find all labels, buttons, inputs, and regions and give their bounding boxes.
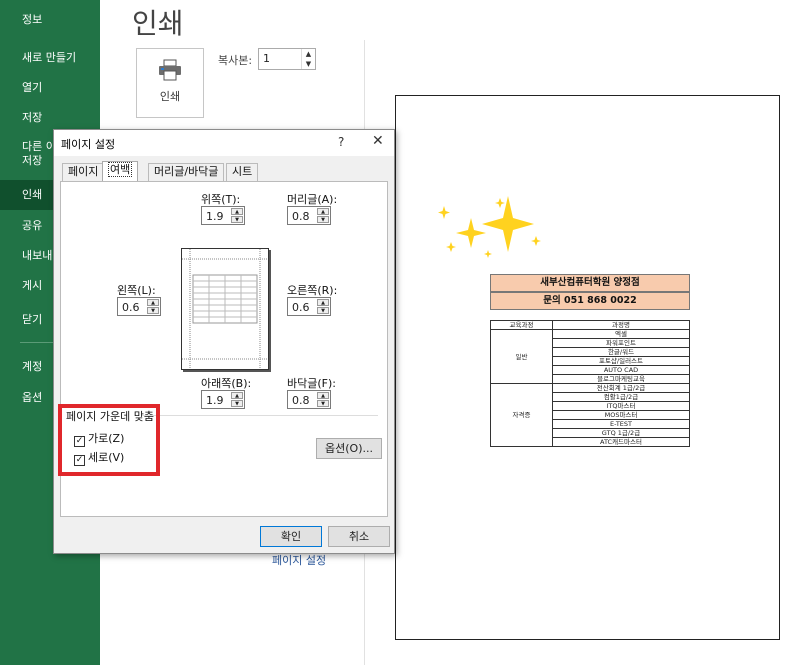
- bottom-margin-value[interactable]: 1.9: [206, 394, 224, 407]
- spin-up-icon[interactable]: ▲: [317, 208, 329, 215]
- bottom-margin-label: 아래쪽(B):: [201, 377, 252, 390]
- preview-header-title: 새부산컴퓨터학원 양정점: [490, 274, 690, 292]
- course-cell: 컴활1급/2급: [552, 392, 690, 402]
- right-margin-value[interactable]: 0.6: [292, 301, 310, 314]
- spin-up-icon[interactable]: ▲: [231, 392, 243, 399]
- course-cell: GTQ 1급/2급: [552, 428, 690, 438]
- course-cell: 파워포인트: [552, 338, 690, 348]
- printer-icon: [159, 59, 181, 81]
- margin-preview-page: [181, 248, 269, 370]
- course-cell: 블로그마케팅교육: [552, 374, 690, 384]
- footer-margin-label: 바닥글(F):: [287, 377, 336, 390]
- top-margin-stepper[interactable]: 1.9 ▲ ▼: [201, 206, 245, 225]
- print-button-label: 인쇄: [159, 90, 181, 103]
- category-cell: 자격증: [490, 383, 553, 447]
- table-row: 자격증 전산회계 1급/2급: [490, 383, 690, 447]
- page-title: 인쇄: [132, 7, 184, 40]
- close-icon[interactable]: ✕: [372, 133, 384, 149]
- course-cell: 포토샵/일러스트: [552, 356, 690, 366]
- sidebar-item-new[interactable]: 새로 만들기: [0, 43, 100, 73]
- course-cell: 한글/워드: [552, 347, 690, 357]
- copies-label: 복사본:: [218, 54, 253, 67]
- cancel-button[interactable]: 취소: [328, 526, 390, 547]
- print-button[interactable]: 인쇄: [136, 48, 204, 118]
- ok-button[interactable]: 확인: [260, 526, 322, 547]
- left-margin-label: 왼쪽(L):: [117, 284, 156, 297]
- spin-down-icon[interactable]: ▼: [147, 307, 159, 314]
- top-margin-value[interactable]: 1.9: [206, 210, 224, 223]
- header-margin-label: 머리글(A):: [287, 193, 338, 206]
- copies-value[interactable]: 1: [263, 52, 270, 65]
- header-margin-value[interactable]: 0.8: [292, 210, 310, 223]
- tab-page[interactable]: 페이지: [62, 163, 105, 181]
- page-setup-link[interactable]: 페이지 설정: [272, 552, 326, 568]
- table-row: 일반 엑셀: [490, 329, 690, 384]
- category-cell: 일반: [490, 329, 553, 384]
- left-margin-stepper[interactable]: 0.6 ▲ ▼: [117, 297, 161, 316]
- preview-header-contact: 문의 051 868 0022: [490, 292, 690, 310]
- page-setup-dialog: 페이지 설정 ? ✕ 페이지 여백 머리글/바닥글 시트 위쪽(T): 1.9 …: [53, 129, 395, 554]
- spin-down-icon[interactable]: ▼: [317, 216, 329, 223]
- group-divider: [142, 415, 378, 416]
- margin-preview-icon: [182, 249, 268, 369]
- bottom-margin-stepper[interactable]: 1.9 ▲ ▼: [201, 390, 245, 409]
- tab-header-footer[interactable]: 머리글/바닥글: [148, 163, 225, 181]
- annotation-highlight-box: [58, 404, 160, 476]
- table-header-cell: 과정명: [552, 320, 690, 330]
- spin-down-icon[interactable]: ▼: [317, 307, 329, 314]
- table-header-cell: 교육과정: [490, 320, 553, 330]
- dialog-titlebar[interactable]: 페이지 설정 ? ✕: [54, 130, 394, 156]
- spin-down-icon[interactable]: ▼: [231, 400, 243, 407]
- course-cell: 엑셀: [552, 329, 690, 339]
- spin-down-icon[interactable]: ▼: [317, 400, 329, 407]
- course-cell: E-TEST: [552, 419, 690, 429]
- sidebar-item-info[interactable]: 정보: [0, 5, 100, 35]
- course-cell: ATC캐드마스터: [552, 437, 690, 447]
- top-margin-label: 위쪽(T):: [201, 193, 241, 206]
- print-preview-page: 새부산컴퓨터학원 양정점 문의 051 868 0022 교육과정 과정명 일반…: [395, 95, 780, 640]
- right-margin-stepper[interactable]: 0.6 ▲ ▼: [287, 297, 331, 316]
- sparkles-icon: [438, 196, 541, 258]
- sidebar-item-open[interactable]: 열기: [0, 73, 100, 103]
- tab-margins-label: 여백: [108, 162, 133, 177]
- tab-margins[interactable]: 여백: [102, 161, 139, 182]
- course-table: 교육과정 과정명 일반 엑셀 파워포인트 한글/워드 포토샵/일러스트 AUTO…: [490, 320, 690, 447]
- course-cell: ITQ마스터: [552, 401, 690, 411]
- spin-up-icon[interactable]: ▲: [317, 392, 329, 399]
- copies-spin-buttons[interactable]: ▲ ▼: [301, 49, 315, 69]
- left-margin-value[interactable]: 0.6: [122, 301, 140, 314]
- tab-sheet[interactable]: 시트: [226, 163, 259, 181]
- right-margin-label: 오른쪽(R):: [287, 284, 338, 297]
- course-cell: AUTO CAD: [552, 365, 690, 375]
- footer-margin-value[interactable]: 0.8: [292, 394, 310, 407]
- course-cell: MOS마스터: [552, 410, 690, 420]
- options-button[interactable]: 옵션(O)...: [316, 438, 382, 459]
- spin-up-icon[interactable]: ▲: [231, 208, 243, 215]
- table-header-row: 교육과정 과정명: [490, 320, 690, 330]
- footer-margin-stepper[interactable]: 0.8 ▲ ▼: [287, 390, 331, 409]
- dialog-title: 페이지 설정: [61, 138, 116, 151]
- spin-up-icon[interactable]: ▲: [317, 299, 329, 306]
- spin-down-icon[interactable]: ▼: [231, 216, 243, 223]
- spin-up-icon[interactable]: ▲: [147, 299, 159, 306]
- course-cell: 전산회계 1급/2급: [552, 383, 690, 393]
- copies-stepper[interactable]: 1 ▲ ▼: [258, 48, 316, 70]
- header-margin-stepper[interactable]: 0.8 ▲ ▼: [287, 206, 331, 225]
- help-button[interactable]: ?: [338, 135, 344, 149]
